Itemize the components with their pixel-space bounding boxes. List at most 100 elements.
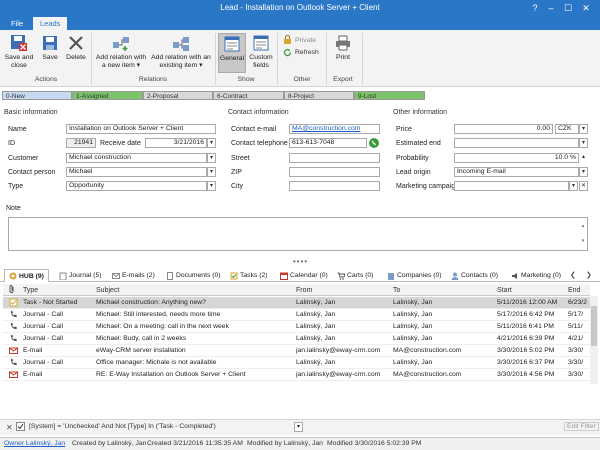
tab-calendar[interactable]: Calendar (0) — [280, 269, 328, 282]
grid-col-from[interactable]: From — [296, 285, 312, 296]
grid-attachment-column[interactable] — [6, 285, 16, 296]
tab-contacts[interactable]: Contacts (0) — [451, 269, 498, 282]
tab-file[interactable]: File — [4, 17, 30, 30]
table-row[interactable]: Journal - Call Michael: Still interested,… — [3, 309, 590, 321]
group-export-label: Export — [333, 76, 353, 83]
currency-field[interactable]: CZK — [555, 124, 579, 134]
lead-origin-dropdown[interactable]: ▾ — [579, 167, 588, 177]
splitter-handle[interactable]: •••• — [293, 257, 308, 266]
filter-text[interactable]: [System] = 'Unchecked' And Not [Type] In… — [29, 423, 216, 430]
row-type: Task - Not Started — [23, 299, 78, 306]
city-field[interactable] — [289, 181, 380, 191]
grid-col-type[interactable]: Type — [23, 285, 38, 296]
note-scrollbar[interactable]: ▴ ▾ — [580, 219, 586, 249]
estimated-end-label: Estimated end — [396, 140, 441, 147]
phone-call-icon[interactable] — [369, 138, 379, 148]
tabs-scroll-left[interactable]: ❮ — [570, 271, 576, 279]
table-row[interactable]: E-mail RE: E-Way Installation on Outlook … — [3, 369, 590, 381]
add-relation-existing-button[interactable]: Add relation with an existing item ▾ — [151, 34, 211, 69]
edit-filter-button[interactable]: Edit Filter — [564, 422, 599, 431]
workflow-step[interactable]: 1-Assigned — [72, 91, 143, 100]
workflow-step[interactable]: 0-New — [2, 91, 72, 100]
filter-enable-checkbox[interactable] — [16, 422, 25, 431]
grid-col-start[interactable]: Start — [497, 285, 512, 296]
tab-documents[interactable]: Documents (0) — [166, 269, 221, 282]
contact-person-field[interactable]: Michael — [66, 167, 207, 177]
save-close-icon — [11, 35, 27, 51]
row-to: Lalinský, Jan — [393, 359, 433, 366]
tab-leads[interactable]: Leads — [33, 17, 68, 30]
probability-field[interactable]: 10.0 % — [454, 153, 579, 163]
type-field[interactable]: Opportunity — [66, 181, 207, 191]
custom-fields-button[interactable]: Custom fields — [248, 34, 274, 69]
close-button[interactable]: ✕ — [580, 2, 592, 14]
workflow-step[interactable]: 6-Contract — [213, 91, 284, 100]
filter-dropdown[interactable]: ▾ — [294, 422, 303, 432]
contact-email-field[interactable]: MA@construction.com — [289, 124, 380, 134]
help-button[interactable]: ? — [529, 2, 541, 14]
refresh-button[interactable]: Refresh — [283, 48, 319, 57]
tab-tasks[interactable]: Tasks (2) — [230, 269, 268, 282]
maximize-button[interactable]: ☐ — [562, 2, 574, 14]
type-dropdown[interactable]: ▾ — [207, 181, 216, 191]
customer-field[interactable]: Michael construction — [66, 153, 207, 163]
estimated-end-field[interactable] — [454, 138, 579, 148]
phone-icon — [11, 310, 17, 317]
calendar-icon — [280, 272, 288, 280]
delete-icon — [69, 36, 83, 50]
marketing-campaign-field[interactable] — [454, 181, 569, 191]
currency-dropdown[interactable]: ▾ — [579, 124, 588, 134]
ribbon-separator — [362, 33, 363, 85]
estimated-end-dropdown[interactable]: ▾ — [579, 138, 588, 148]
workflow-step[interactable]: 9-Lost — [354, 91, 425, 100]
workflow-step[interactable]: 2-Proposal — [143, 91, 213, 100]
price-field[interactable]: 0.00 — [454, 124, 553, 134]
save-and-close-button[interactable]: Save and close — [4, 34, 34, 69]
note-field[interactable] — [8, 217, 588, 251]
table-row[interactable]: Journal - Call Office manager: Michale is… — [3, 357, 590, 369]
row-subject: eWay-CRM server installation — [96, 347, 186, 354]
zip-label: ZIP — [231, 169, 242, 176]
contact-phone-field[interactable]: 613-613-7048 — [289, 138, 367, 148]
tab-hub[interactable]: HUB (9) — [4, 269, 49, 282]
marketing-campaign-label: Marketing campaign — [396, 183, 460, 190]
zip-field[interactable] — [289, 167, 380, 177]
table-row[interactable]: Journal - Call Michael: Budy, call in 2 w… — [3, 333, 590, 345]
street-field[interactable] — [289, 153, 380, 163]
print-button[interactable]: Print — [330, 34, 356, 62]
tab-marketing[interactable]: Marketing (0) — [511, 269, 561, 282]
table-row[interactable]: Task - Not Started Michael construction: … — [3, 297, 590, 309]
customer-dropdown[interactable]: ▾ — [207, 153, 216, 163]
lead-origin-field[interactable]: Incoming E-mail — [454, 167, 579, 177]
delete-button[interactable]: Delete — [64, 34, 88, 62]
save-button[interactable]: Save — [38, 34, 62, 62]
minimize-button[interactable]: – — [545, 2, 557, 14]
workflow-step[interactable]: 8-Project — [284, 91, 354, 100]
row-from: Lalinský, Jan — [296, 359, 336, 366]
status-owner[interactable]: Owner Lalinský, Jan — [4, 438, 65, 450]
private-button[interactable]: Private — [283, 35, 316, 45]
grid-col-subject[interactable]: Subject — [96, 285, 119, 296]
tab-emails[interactable]: E-mails (2) — [112, 269, 155, 282]
table-row[interactable]: E-mail eWay-CRM server installation jan.la… — [3, 345, 590, 357]
grid-scroll-thumb[interactable] — [591, 306, 597, 346]
grid-col-to[interactable]: To — [393, 285, 400, 296]
grid-col-end[interactable]: End — [568, 285, 580, 296]
marketing-campaign-dropdown[interactable]: ▾ — [569, 181, 578, 191]
tabs-scroll-right[interactable]: ❯ — [586, 271, 592, 279]
general-view-button[interactable]: General — [218, 33, 246, 73]
marketing-campaign-clear[interactable]: ✕ — [579, 181, 588, 191]
contact-person-dropdown[interactable]: ▾ — [207, 167, 216, 177]
tab-carts[interactable]: Carts (0) — [337, 269, 373, 282]
row-end: 3/30/ — [568, 347, 584, 354]
add-relation-new-button[interactable]: Add relation with a new item ▾ — [95, 34, 147, 69]
probability-spinner[interactable]: ▴ — [579, 153, 588, 163]
name-field[interactable]: Installation on Outlook Server + Client — [66, 124, 216, 134]
tab-journal[interactable]: Journal (5) — [59, 269, 102, 282]
tab-hub-label: HUB (9) — [19, 272, 44, 280]
tab-companies[interactable]: Companies (0) — [387, 269, 442, 282]
filter-clear-icon[interactable]: ✕ — [6, 423, 13, 432]
receive-date-field[interactable]: 3/21/2016 — [145, 138, 207, 148]
table-row[interactable]: Journal - Call Michael: On a meeting: cal… — [3, 321, 590, 333]
receive-date-dropdown[interactable]: ▾ — [207, 138, 216, 148]
